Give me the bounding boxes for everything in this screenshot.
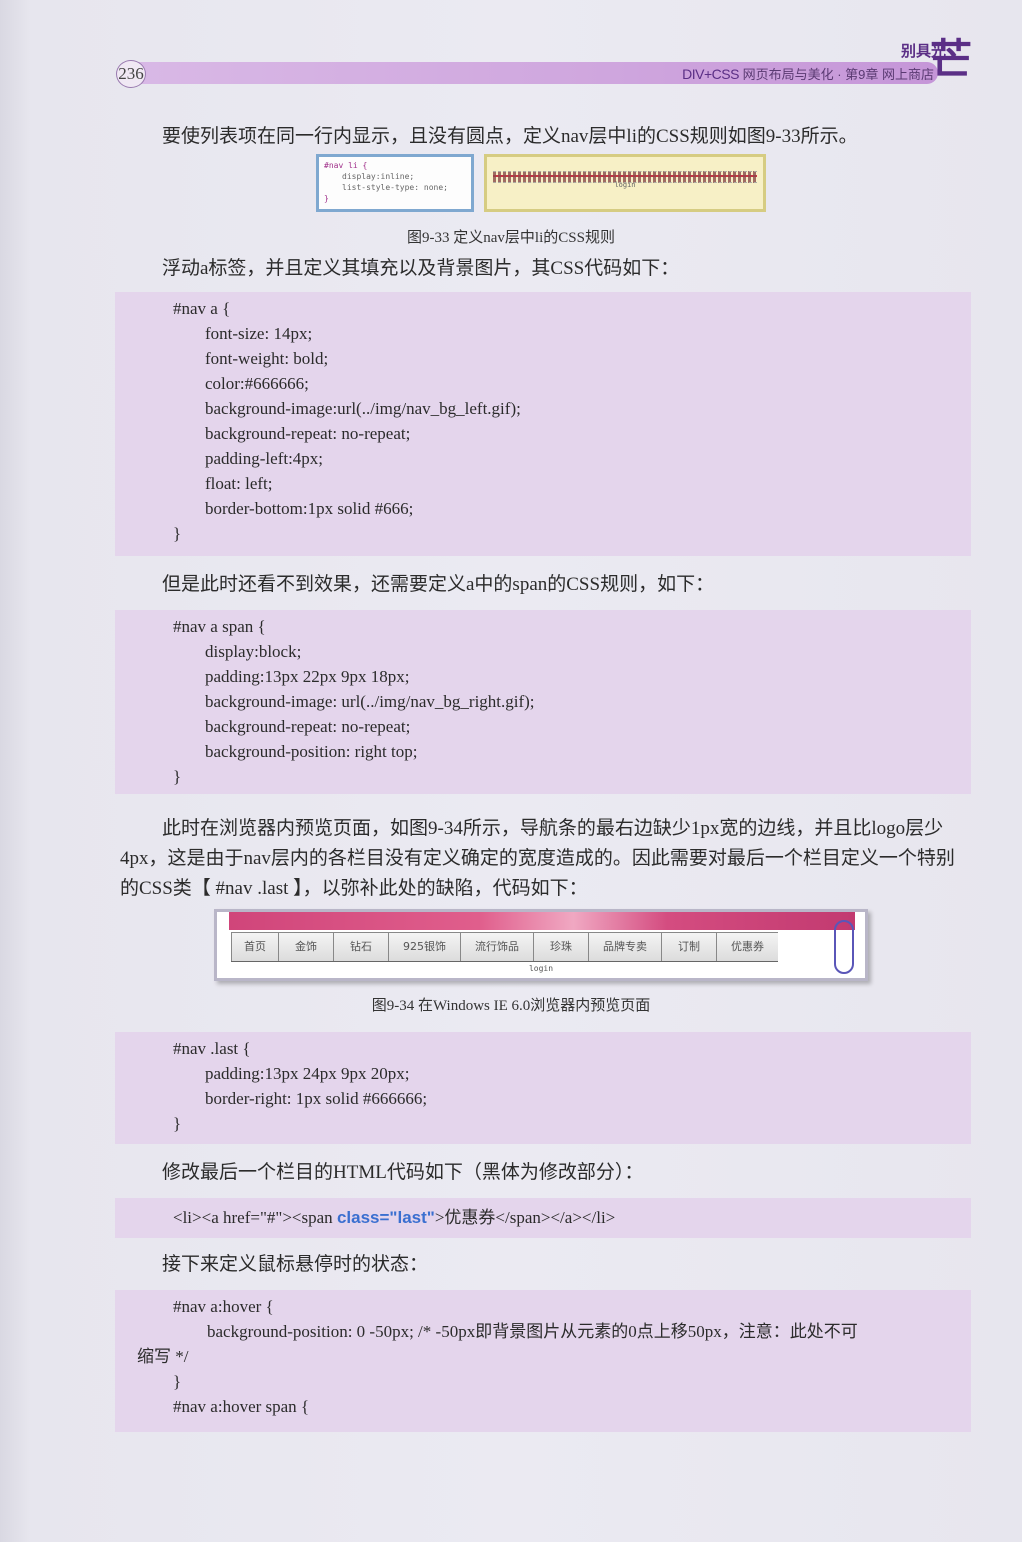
code-line: border-bottom:1px solid #666; xyxy=(205,499,414,518)
code-line: float: left; xyxy=(205,474,273,493)
paragraph-4: 此时在浏览器内预览页面，如图9-34所示，导航条的最右边缺少1px宽的边线，并且… xyxy=(120,818,955,899)
code-line: } xyxy=(173,1372,182,1391)
code-line: color:#666666; xyxy=(205,374,309,393)
header-chapter: 网页布局与美化 · 第9章 网上商店 xyxy=(738,67,934,82)
fig34-nav-bar: 首页 金饰 钻石 925银饰 流行饰品 珍珠 品牌专卖 订制 优惠券 xyxy=(231,932,778,962)
html-code-before: <li><a href="#"><span xyxy=(173,1208,337,1227)
code-line: #nav a:hover span { xyxy=(173,1397,310,1416)
fig34-highlight-ring xyxy=(834,920,854,974)
fig34-nav-item: 品牌专卖 xyxy=(588,933,661,961)
code-block-hover: #nav a:hover { background-position: 0 -5… xyxy=(115,1290,971,1432)
code-line: background-image: url(../img/nav_bg_righ… xyxy=(205,692,535,711)
code-line: } xyxy=(173,767,182,786)
fig33-code-line: #nav li { xyxy=(324,161,368,170)
code-line: padding:13px 22px 9px 18px; xyxy=(205,667,410,686)
code-line: background-position: 0 -50px; /* -50px即背… xyxy=(207,1322,858,1341)
fig34-nav-item: 金饰 xyxy=(278,933,333,961)
fig34-nav-item: 流行饰品 xyxy=(460,933,533,961)
code-line: #nav a:hover { xyxy=(173,1297,274,1316)
figure-9-33-caption: 图9-33 定义nav层中li的CSS规则 xyxy=(407,230,615,246)
fig33-nav-preview xyxy=(493,171,757,183)
page-number: 236 xyxy=(116,60,146,88)
code-line: font-weight: bold; xyxy=(205,349,329,368)
fig34-login-text: login xyxy=(528,964,554,973)
fig34-nav-item: 订制 xyxy=(661,933,716,961)
code-block-nav-a-span: #nav a span { display:block; padding:13p… xyxy=(115,610,971,794)
code-line: background-position: right top; xyxy=(205,742,418,761)
figure-9-33-preview: login xyxy=(484,154,766,212)
code-line: padding-left:4px; xyxy=(205,449,324,468)
paragraph-1: 要使列表项在同一行内显示，且没有圆点，定义nav层中li的CSS规则如图9-33… xyxy=(162,126,858,147)
figure-9-34-screenshot: 首页 金饰 钻石 925银饰 流行饰品 珍珠 品牌专卖 订制 优惠券 login xyxy=(214,909,868,981)
html-code-after: >优惠券</span></a></li> xyxy=(434,1208,616,1227)
paragraph-2: 浮动a标签，并且定义其填充以及背景图片，其CSS代码如下： xyxy=(162,258,680,279)
code-line: 缩写 */ xyxy=(137,1347,189,1366)
code-line: background-repeat: no-repeat; xyxy=(205,717,411,736)
book-page: 236 DIV+CSS 网页布局与美化 · 第9章 网上商店 别具光 芒 要使列… xyxy=(0,0,1022,1542)
paragraph-6: 接下来定义鼠标悬停时的状态： xyxy=(162,1254,429,1275)
fig34-nav-item: 钻石 xyxy=(333,933,388,961)
code-line: background-image:url(../img/nav_bg_left.… xyxy=(205,399,521,418)
header-title: DIV+CSS 网页布局与美化 · 第9章 网上商店 xyxy=(682,64,934,84)
logo-big-glyph: 芒 xyxy=(929,38,972,84)
code-block-nav-last: #nav .last { padding:13px 24px 9px 20px;… xyxy=(115,1032,971,1144)
code-line: #nav a span { xyxy=(173,617,266,636)
code-line: padding:13px 24px 9px 20px; xyxy=(205,1064,410,1083)
fig33-code-line: } xyxy=(324,194,329,203)
fig34-nav-item: 优惠券 xyxy=(716,933,778,961)
fig33-code-line: display:inline; xyxy=(342,172,415,181)
fig34-nav-item: 珍珠 xyxy=(533,933,588,961)
code-block-html-line: <li><a href="#"><span class="last">优惠券</… xyxy=(115,1198,971,1238)
fig34-nav-item: 925银饰 xyxy=(388,933,460,961)
fig33-code-line: list-style-type: none; xyxy=(342,183,448,192)
code-line: } xyxy=(173,1114,182,1133)
code-line: background-repeat: no-repeat; xyxy=(205,424,411,443)
fig34-banner xyxy=(229,912,855,930)
code-line: display:block; xyxy=(205,642,302,661)
figure-9-33-code: #nav li { display:inline; list-style-typ… xyxy=(316,154,474,212)
code-block-nav-a: #nav a { font-size: 14px; font-weight: b… xyxy=(115,292,971,556)
paragraph-5: 修改最后一个栏目的HTML代码如下（黑体为修改部分）： xyxy=(162,1162,644,1183)
code-line: font-size: 14px; xyxy=(205,324,313,343)
code-line: border-right: 1px solid #666666; xyxy=(205,1089,428,1108)
fig34-nav-item: 首页 xyxy=(231,933,278,961)
code-line: #nav .last { xyxy=(173,1039,251,1058)
code-line: #nav a { xyxy=(173,299,231,318)
html-code-bold-class: class="last" xyxy=(336,1208,435,1227)
paragraph-3: 但是此时还看不到效果，还需要定义a中的span的CSS规则，如下： xyxy=(162,574,715,595)
code-line: } xyxy=(173,524,182,543)
figure-9-34-caption: 图9-34 在Windows IE 6.0浏览器内预览页面 xyxy=(371,998,651,1014)
header-brand: DIV+CSS xyxy=(682,66,739,82)
